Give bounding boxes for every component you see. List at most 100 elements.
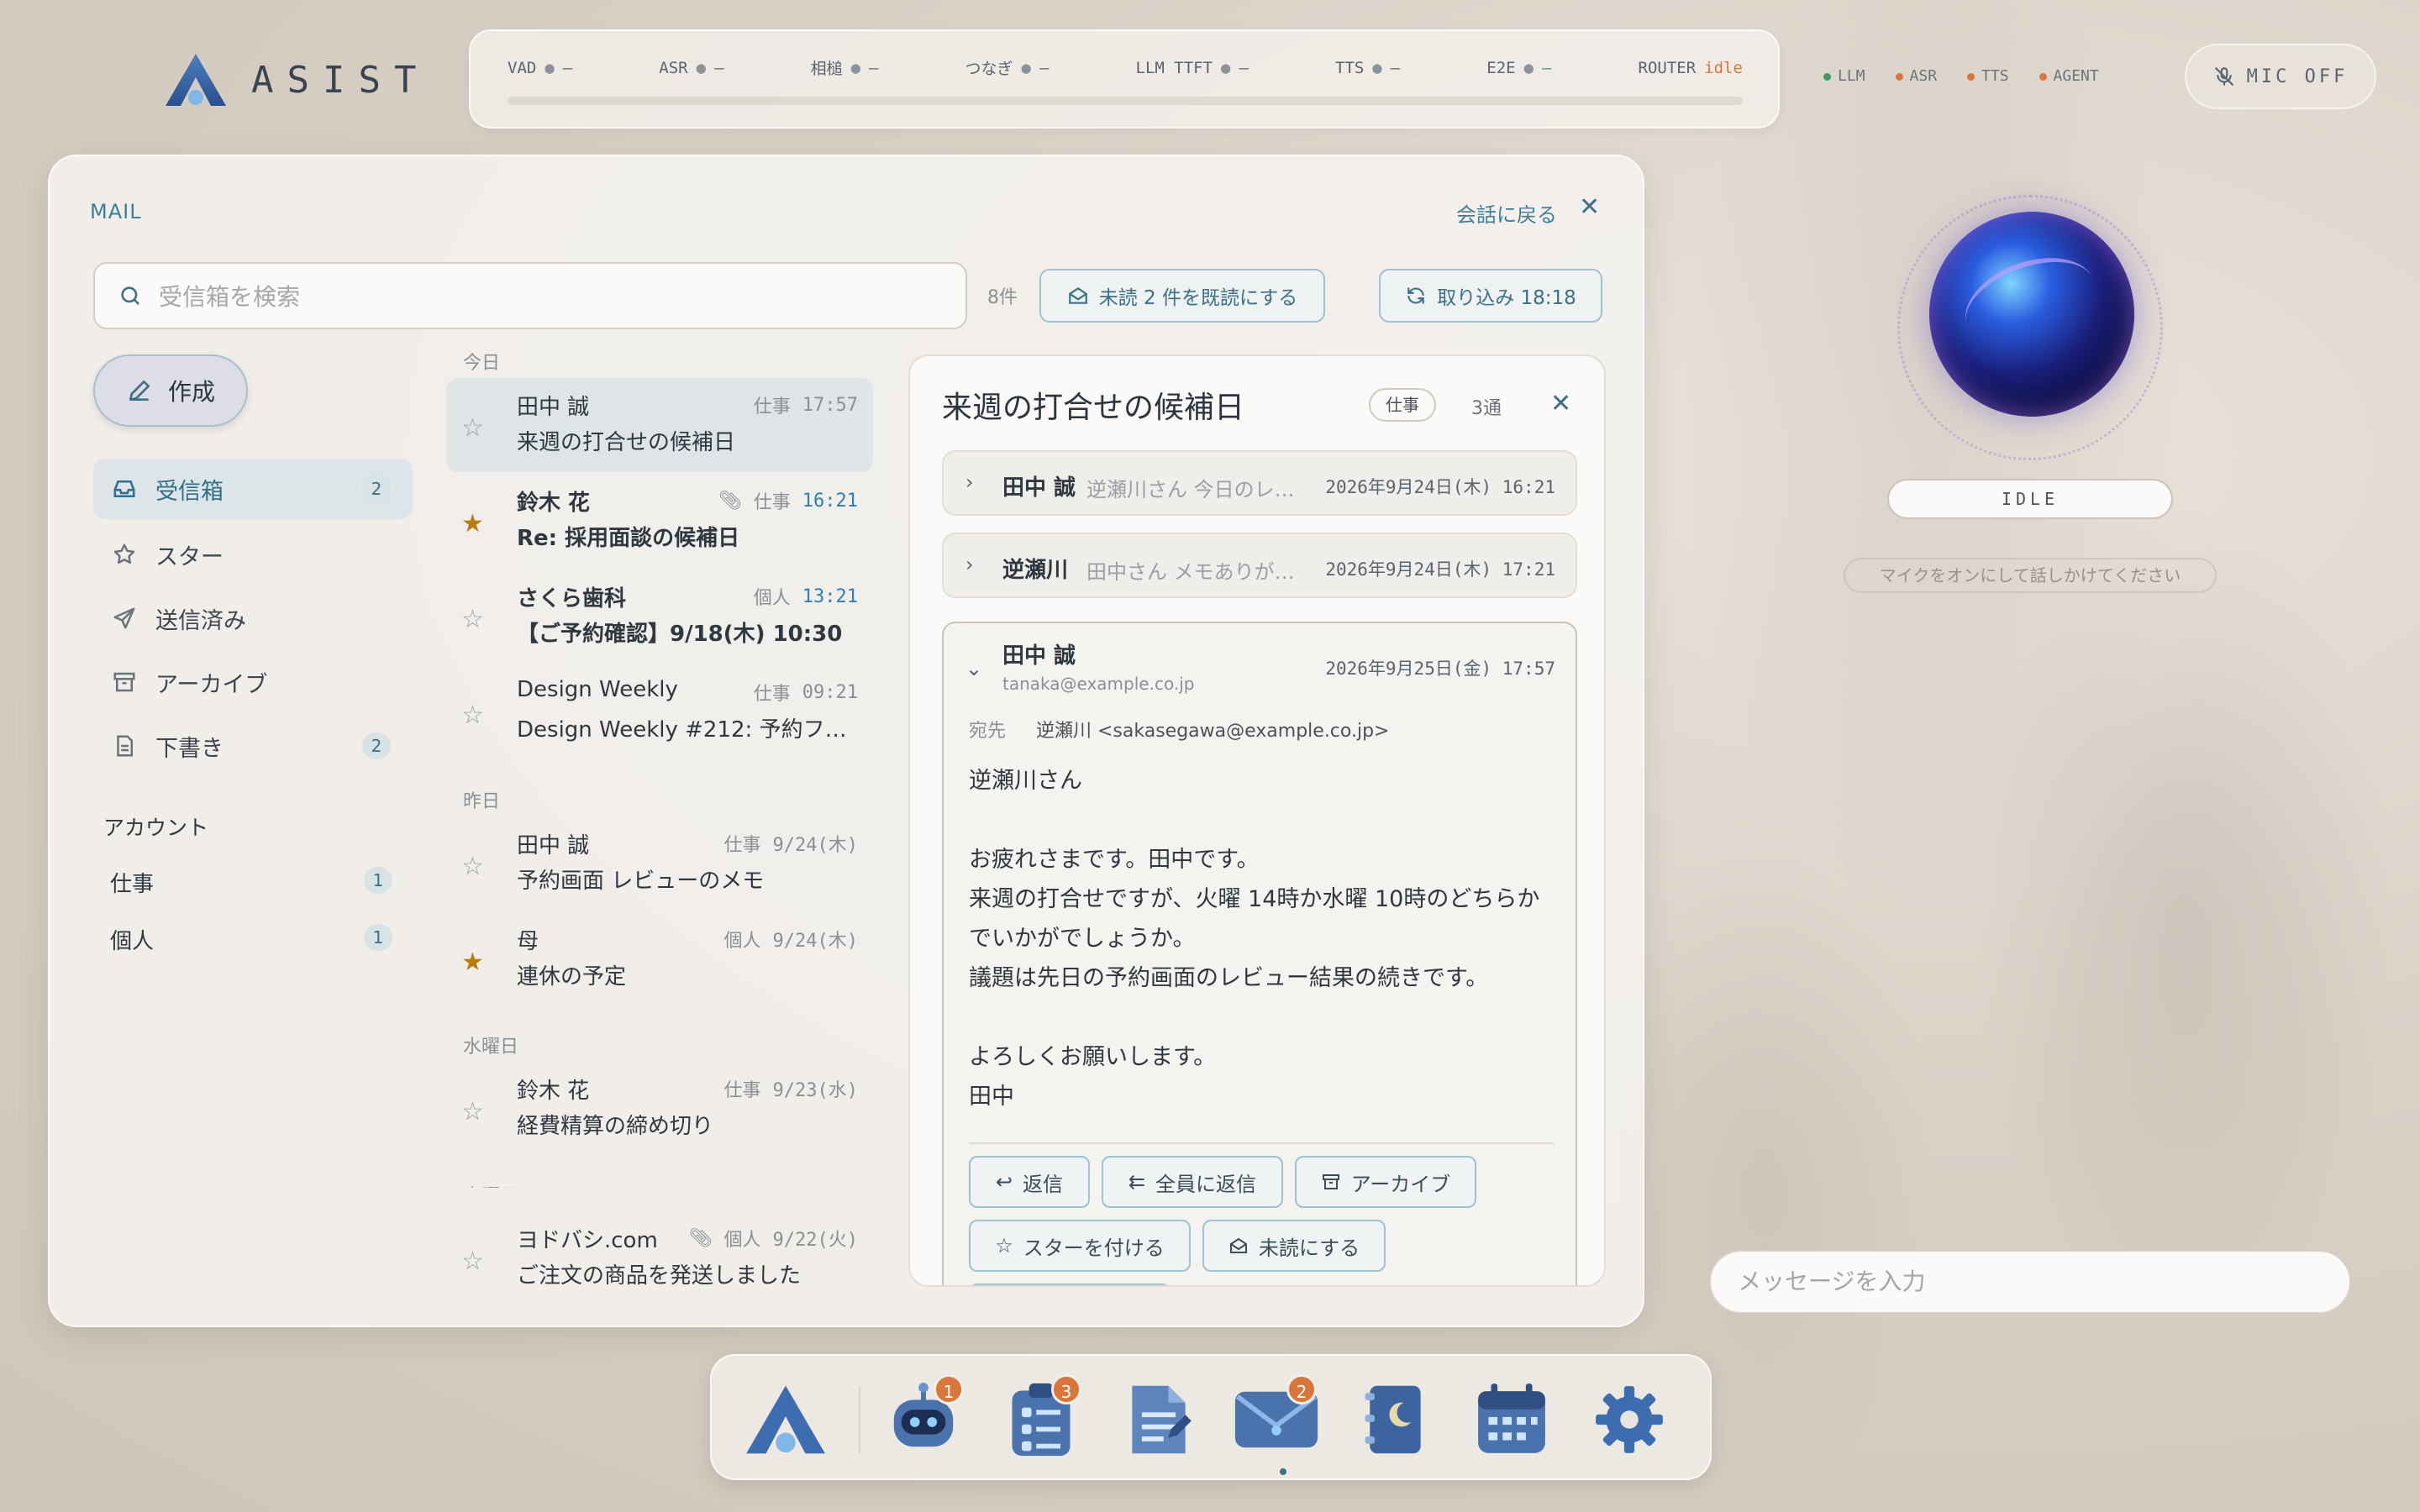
assistant-hint: マイクをオンにして話しかけてください (1844, 558, 2217, 593)
archive-button[interactable]: アーカイブ (1295, 1156, 1476, 1208)
message-list-overflow: ☆ ヨドバシ.com 📎︎ 個人 9/22(火) ご注文の商品を発送しました (446, 1211, 883, 1336)
list-item[interactable]: ☆ 鈴木 花 仕事 9/23(水) 経費精算の締め切り (446, 1062, 873, 1156)
thread-subject: 来週の打合せの候補日 (942, 391, 1245, 425)
status-tts: TTS (1967, 67, 2009, 85)
asist-logo-icon (166, 54, 226, 106)
mic-toggle-button[interactable]: MIC OFF (2185, 44, 2376, 109)
dock-item-settings[interactable] (1586, 1379, 1673, 1460)
message-count: 8件 (987, 287, 1018, 308)
service-status: LLM ASR TTS AGENT (1823, 67, 2099, 85)
calendar-icon (1478, 1383, 1545, 1453)
reply-all-icon: ⇇ (1128, 1170, 1146, 1194)
mark-unread-button[interactable]: 未読にする (1202, 1220, 1386, 1272)
dock-item-calendar[interactable] (1468, 1379, 1555, 1460)
assistant-state-badge: IDLE (1887, 479, 2173, 519)
compose-button[interactable]: 作成 (93, 354, 248, 427)
dock-badge: 1 (934, 1374, 964, 1404)
star-toggle-icon[interactable]: ☆ (461, 1247, 484, 1276)
message-list: 今日 ☆ 田中 誠 仕事 17:57 来週の打合せの候補日 ★ 鈴木 花 📎︎ 仕事… (446, 348, 883, 1188)
sidebar-item-drafts[interactable]: 下書き 2 (93, 716, 413, 776)
divider (969, 1142, 1554, 1144)
thread-message-open: ⌄ 田中 誠 tanaka@example.co.jp 2026年9月25日(金… (942, 622, 1577, 1285)
app-logo: ASIST (164, 52, 429, 108)
inbox-icon (113, 480, 135, 497)
star-toggle-icon[interactable]: ★ (461, 509, 484, 538)
star-toggle-icon[interactable]: ☆ (461, 1097, 484, 1126)
list-item[interactable]: ☆ 田中 誠 仕事 9/24(木) 予約画面 レビューのメモ (446, 816, 873, 911)
star-toggle-icon[interactable]: ★ (461, 948, 484, 977)
thread-count: 3通 (1471, 398, 1502, 419)
mail-panel: MAIL 会話に戻る ✕ 受信箱を検索 8件 未読 2 件を既読にする 取り込み… (48, 155, 1644, 1327)
list-item[interactable]: ★ 鈴木 花 📎︎ 仕事 16:21 Re: 採用面談の候補日 (446, 474, 873, 568)
list-item[interactable]: ☆ さくら歯科 個人 13:21 【ご予約確認】9/18(木) 10:30 (446, 570, 873, 664)
dock-badge: 3 (1051, 1374, 1081, 1404)
star-toggle-icon[interactable]: ☆ (461, 605, 484, 634)
message-input[interactable]: メッセージを入力 (1709, 1250, 2351, 1314)
account-personal-badge: 1 (364, 924, 392, 951)
metrics-progress-track (508, 97, 1743, 105)
mark-all-read-button[interactable]: 未読 2 件を既読にする (1039, 269, 1325, 323)
close-panel-icon[interactable]: ✕ (1579, 195, 1600, 220)
day-label-wednesday: 水曜日 (463, 1037, 519, 1058)
status-asr: ASR (1895, 67, 1937, 85)
latency-metrics-bar: VAD ● – ASR ● – 相槌 ● – つなぎ ● – LLM TTFT ● – TTS ● – … (469, 29, 1780, 129)
list-item[interactable]: ★ 母 個人 9/24(木) 連休の予定 (446, 912, 873, 1006)
thread-message-collapsed[interactable]: › 逆瀬川 田中さん メモありがとうございます 2026年9月24日(木) 17… (942, 533, 1577, 598)
sidebar-item-starred[interactable]: スター (93, 524, 413, 585)
sync-button[interactable]: 取り込み 18:18 (1379, 269, 1602, 323)
dock-item-agent[interactable]: 1 (880, 1374, 967, 1460)
list-item[interactable]: ☆ Design Weekly 仕事 09:21 Design Weekly #2… (446, 665, 873, 759)
paperclip-icon: 📎︎ (718, 490, 742, 512)
back-to-conversation-link[interactable]: 会話に戻る (1456, 198, 1557, 228)
status-llm: LLM (1823, 67, 1865, 85)
more-action-button[interactable] (969, 1284, 1171, 1285)
dock-item-notes[interactable] (1115, 1379, 1202, 1460)
dock-item-journal[interactable] (1350, 1379, 1438, 1460)
star-toggle-icon[interactable]: ☆ (461, 701, 484, 730)
dock-divider (859, 1386, 860, 1453)
metric-asr: ASR ● – (659, 58, 724, 77)
dock-item-asist[interactable] (742, 1379, 829, 1460)
inbox-badge: 2 (362, 475, 391, 502)
thread-message-collapsed[interactable]: › 田中 誠 逆瀬川さん 今日のレビューのメモです 2026年9月24日(木) … (942, 450, 1577, 516)
day-label-tuesday: 火曜日 (463, 1181, 518, 1188)
envelope-icon (1229, 1237, 1247, 1253)
app-dock: 1 3 2 (710, 1354, 1712, 1480)
search-icon (121, 286, 139, 305)
list-item[interactable]: ☆ ヨドバシ.com 📎︎ 個人 9/22(火) ご注文の商品を発送しました (446, 1211, 873, 1305)
panel-title: MAIL (90, 200, 142, 223)
dock-item-mail[interactable]: 2 (1233, 1374, 1320, 1460)
app-name: ASIST (251, 58, 430, 102)
reply-button[interactable]: ↩ 返信 (969, 1156, 1090, 1208)
paperclip-icon: 📎︎ (688, 1227, 713, 1249)
send-icon (113, 607, 135, 629)
assistant-orb[interactable] (1929, 212, 2134, 417)
archive-icon (1322, 1174, 1339, 1189)
dock-item-tasks[interactable]: 3 (997, 1374, 1085, 1460)
star-button[interactable]: ☆ スターを付ける (969, 1220, 1191, 1272)
refresh-icon (1407, 287, 1424, 304)
pencil-icon (129, 381, 150, 401)
sidebar-item-sent[interactable]: 送信済み (93, 588, 413, 648)
chevron-right-icon: › (965, 470, 974, 494)
metric-aizuchi: 相槌 ● – (810, 58, 879, 79)
reply-all-button[interactable]: ⇇ 全員に返信 (1102, 1156, 1283, 1208)
asist-logo-icon (746, 1385, 825, 1454)
star-icon (113, 543, 135, 564)
envelope-open-icon (1068, 287, 1087, 304)
account-item-work[interactable]: 仕事 1 (110, 867, 413, 898)
close-thread-icon[interactable]: ✕ (1550, 391, 1571, 417)
search-input[interactable]: 受信箱を検索 (93, 262, 967, 329)
list-item[interactable]: ☆ 田中 誠 仕事 17:57 来週の打合せの候補日 (446, 378, 873, 472)
chevron-down-icon[interactable]: ⌄ (965, 657, 982, 680)
sidebar-item-inbox[interactable]: 受信箱 2 (93, 459, 413, 519)
document-icon (1132, 1385, 1192, 1454)
star-toggle-icon[interactable]: ☆ (461, 852, 484, 881)
active-app-indicator (1280, 1468, 1286, 1475)
star-icon: ☆ (995, 1234, 1013, 1257)
day-label-today: 今日 (463, 353, 501, 374)
star-toggle-icon[interactable]: ☆ (461, 413, 484, 443)
account-item-personal[interactable]: 個人 1 (110, 924, 413, 955)
message-body: 逆瀬川さん お疲れさまです。田中です。 来週の打合せですが、火曜 14時か水曜 … (969, 768, 1540, 1110)
sidebar-item-archive[interactable]: アーカイブ (93, 652, 413, 712)
